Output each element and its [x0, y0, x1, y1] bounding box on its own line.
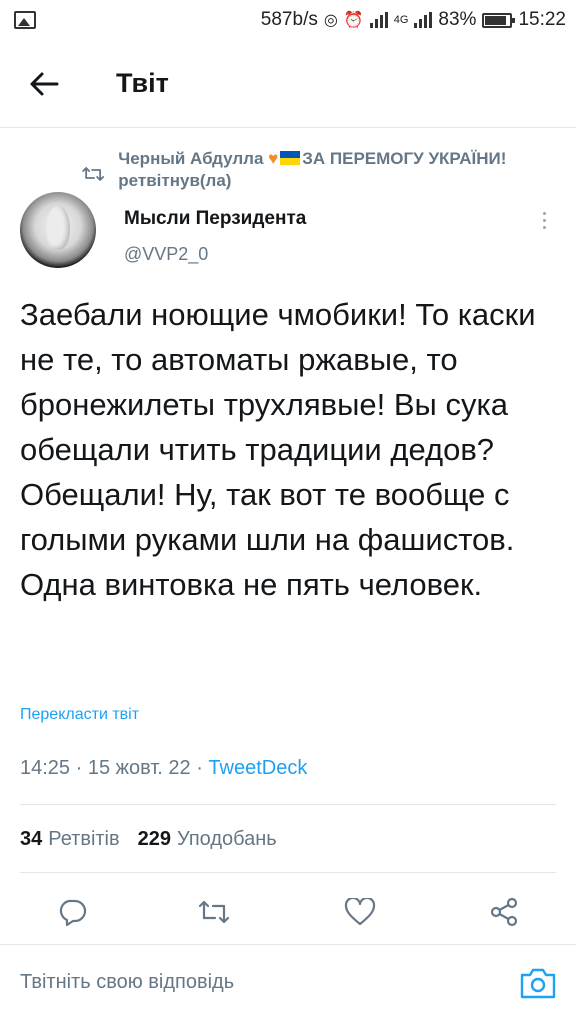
battery-icon: [482, 12, 516, 28]
alarm-icon: ⏰: [343, 12, 364, 29]
tweet-source-link[interactable]: TweetDeck: [208, 757, 307, 779]
reply-button[interactable]: [52, 892, 92, 932]
reply-icon: [59, 899, 87, 926]
orange-heart-icon: ♥: [268, 149, 279, 168]
meta-separator-2: ·: [190, 757, 209, 779]
back-arrow-icon: [30, 72, 59, 95]
hotspot-icon: ◎: [323, 12, 338, 29]
meta-separator: ·: [70, 757, 88, 779]
tweet-meta: 14:25 · 15 жовт. 22 · TweetDeck: [20, 757, 307, 780]
tweet-actions: [0, 892, 576, 932]
reply-bar: [0, 944, 576, 1024]
likes-label: Уподобань: [177, 828, 277, 850]
author-name[interactable]: Мысли Перзидента: [124, 208, 306, 230]
translate-tweet-link[interactable]: Перекласти твіт: [20, 706, 139, 724]
page-title: Твіт: [116, 68, 169, 98]
retweet-action-icon: [198, 900, 230, 924]
ukraine-flag-icon: [280, 151, 301, 165]
reply-input[interactable]: [20, 971, 500, 994]
like-icon: [344, 898, 376, 926]
tweet-stats: 34 Ретвітів 229 Уподобань: [20, 828, 277, 851]
avatar-mask-image: [46, 206, 70, 250]
divider: [20, 872, 556, 873]
author-handle[interactable]: @VVP2_0: [124, 244, 208, 265]
likes-count: 229: [137, 828, 172, 850]
retweet-text[interactable]: Черный Абдулла ♥ ЗА ПЕРЕМОГУ УКРАЇНИ! рет…: [118, 148, 552, 192]
retweeter-name: Черный Абдулла: [118, 149, 264, 168]
retweets-stat[interactable]: 34 Ретвітів: [20, 828, 120, 851]
app-header: Твіт: [0, 40, 576, 128]
avatar[interactable]: [20, 192, 96, 268]
share-button[interactable]: [484, 892, 524, 932]
gallery-notification-icon: [14, 11, 36, 29]
retweet-context: Черный Абдулла ♥ ЗА ПЕРЕМОГУ УКРАЇНИ! рет…: [82, 148, 552, 192]
more-vertical-icon: [542, 211, 546, 229]
battery-percent: 83%: [438, 9, 477, 30]
camera-button[interactable]: [518, 965, 558, 1001]
network-type: 4G: [393, 14, 409, 26]
retweet-button[interactable]: [194, 892, 234, 932]
retweet-action: ретвітнув(ла): [118, 171, 232, 190]
signal-icon: [369, 12, 388, 28]
tweet-text: Заебали ноющие чмобики! То каски не те, …: [20, 297, 536, 602]
likes-stat[interactable]: 229 Уподобань: [138, 828, 277, 851]
camera-icon: [520, 968, 556, 999]
retweets-label: Ретвітів: [48, 828, 120, 850]
tweet-time: 14:25: [20, 757, 71, 779]
back-button[interactable]: [14, 54, 74, 114]
share-icon: [490, 897, 518, 927]
status-bar: 587b/s ◎ ⏰ 4G 83% 15:22: [0, 0, 576, 40]
signal-icon-2: [414, 12, 433, 28]
tweet-date: 15 жовт. 22: [87, 757, 191, 779]
net-speed: 587b/s: [260, 9, 318, 30]
retweeter-slogan: ЗА ПЕРЕМОГУ УКРАЇНИ!: [302, 149, 507, 168]
retweets-count: 34: [20, 828, 43, 850]
divider: [20, 804, 556, 805]
retweet-icon: [82, 167, 105, 181]
clock: 15:22: [518, 9, 566, 30]
like-button[interactable]: [340, 892, 380, 932]
more-options-button[interactable]: [534, 206, 554, 234]
